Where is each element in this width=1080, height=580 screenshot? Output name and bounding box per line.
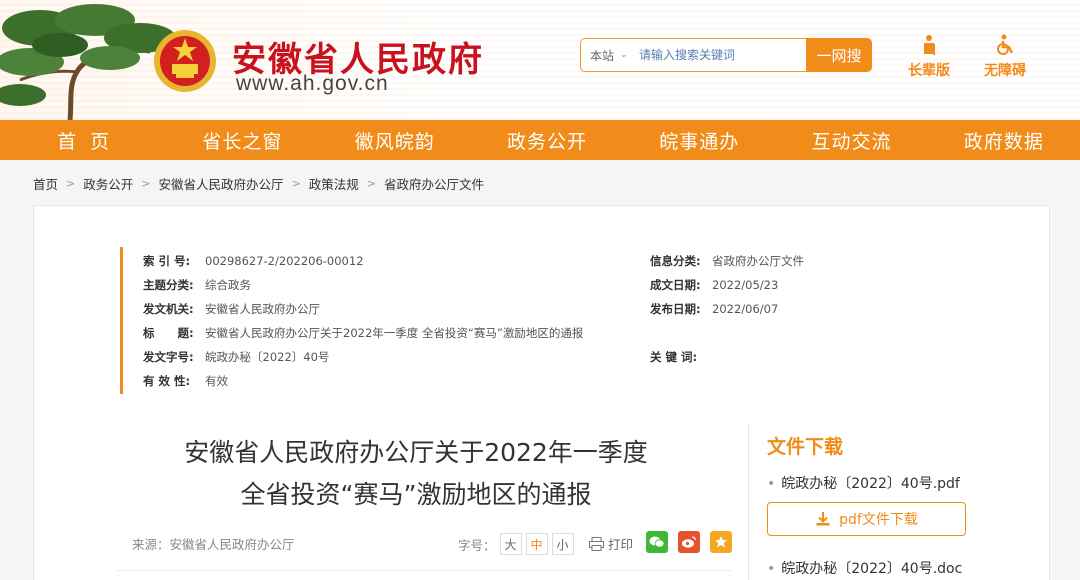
meta-row: 发文机关: 安徽省人民政府办公厅 xyxy=(143,300,320,318)
font-size-small-button[interactable]: 小 xyxy=(551,533,574,555)
meta-value: 00298627-2/202206-00012 xyxy=(205,254,364,268)
meta-row: 信息分类: 省政府办公厅文件 xyxy=(650,252,804,270)
meta-value: 安徽省人民政府办公厅关于2022年一季度 全省投资“赛马”激励地区的通报 xyxy=(205,326,584,340)
elder-mode-label: 长辈版 xyxy=(908,63,950,79)
meta-row: 主题分类: 综合政务 xyxy=(143,276,251,294)
weibo-icon xyxy=(682,536,697,548)
breadcrumb-item[interactable]: 政策法规 xyxy=(309,174,359,193)
meta-row: 发文字号: 皖政办秘〔2022〕40号 xyxy=(143,348,329,366)
divider xyxy=(748,424,749,580)
meta-key: 发文机关: xyxy=(143,302,194,316)
nav-item-culture[interactable]: 徽风皖韵 xyxy=(319,120,471,160)
content-panel: 索 引 号: 00298627-2/202206-00012 主题分类: 综合政务 … xyxy=(33,205,1050,580)
search-scope-select[interactable]: 本站 ⌄ xyxy=(581,47,639,64)
pdf-download-button[interactable]: pdf文件下载 xyxy=(767,502,966,536)
nav-item-interaction[interactable]: 互动交流 xyxy=(775,120,927,160)
bullet-icon: • xyxy=(767,476,776,492)
meta-row: 标 题: 安徽省人民政府办公厅关于2022年一季度 全省投资“赛马”激励地区的通报 xyxy=(143,324,583,342)
national-emblem-icon xyxy=(154,30,216,92)
accessibility-label: 无障碍 xyxy=(984,63,1026,79)
meta-key: 信息分类: xyxy=(650,254,701,268)
meta-row: 关 键 词: xyxy=(650,348,712,366)
document-meta: 索 引 号: 00298627-2/202206-00012 主题分类: 综合政务 … xyxy=(120,247,900,394)
chevron-down-icon: ⌄ xyxy=(620,50,628,60)
meta-row: 成文日期: 2022/05/23 xyxy=(650,276,778,294)
bullet-icon: • xyxy=(767,561,776,577)
breadcrumb-item[interactable]: 政务公开 xyxy=(83,174,133,193)
chevron-right-icon: > xyxy=(366,177,376,190)
elder-icon xyxy=(924,35,935,55)
print-label: 打印 xyxy=(608,537,634,552)
article-source: 来源：安徽省人民政府办公厅 xyxy=(132,537,295,552)
search-box: 本站 ⌄ xyxy=(580,38,806,72)
site-url: www.ah.gov.cn xyxy=(236,72,389,95)
font-size-medium-button[interactable]: 中 xyxy=(525,533,548,555)
nav-item-governor[interactable]: 省长之窗 xyxy=(166,120,318,160)
meta-row: 索 引 号: 00298627-2/202206-00012 xyxy=(143,252,364,270)
font-size-control: 字号： 大 中 小 xyxy=(458,533,574,555)
font-size-label: 字号： xyxy=(458,537,496,553)
search-scope-label: 本站 xyxy=(590,48,615,63)
nav-item-gov-affairs[interactable]: 政务公开 xyxy=(471,120,623,160)
chevron-right-icon: > xyxy=(66,177,76,190)
star-icon xyxy=(715,536,727,548)
printer-icon xyxy=(589,536,604,551)
breadcrumb: 首页 > 政务公开 > 安徽省人民政府办公厅 > 政策法规 > 省政府办公厅文件 xyxy=(33,174,484,193)
font-size-large-button[interactable]: 大 xyxy=(499,533,522,555)
divider xyxy=(116,570,732,571)
share-wechat-button[interactable] xyxy=(646,531,668,553)
search-input[interactable] xyxy=(639,48,789,62)
print-button[interactable]: 打印 xyxy=(589,534,633,553)
meta-value: 2022/06/07 xyxy=(712,302,779,316)
article-title-line: 安徽省人民政府办公厅关于2022年一季度 xyxy=(184,438,648,467)
meta-row: 发布日期: 2022/06/07 xyxy=(650,300,778,318)
favorite-button[interactable] xyxy=(710,531,732,553)
meta-key: 标 题: xyxy=(143,326,194,340)
meta-row: 有 效 性: 有效 xyxy=(143,372,228,390)
download-file-link[interactable]: • 皖政办秘〔2022〕40号.pdf xyxy=(767,473,960,493)
nav-item-home[interactable]: 首页 xyxy=(0,120,166,160)
download-file-name: 皖政办秘〔2022〕40号.pdf xyxy=(781,476,960,492)
wheelchair-icon xyxy=(997,34,1014,55)
meta-value: 有效 xyxy=(205,374,228,388)
nav-item-services[interactable]: 皖事通办 xyxy=(623,120,775,160)
nav-item-data[interactable]: 政府数据 xyxy=(928,120,1080,160)
download-file-link[interactable]: • 皖政办秘〔2022〕40号.doc xyxy=(767,558,962,578)
accessibility-link[interactable]: 无障碍 xyxy=(984,34,1026,80)
meta-key: 有 效 性: xyxy=(143,374,191,388)
meta-key: 发文字号: xyxy=(143,350,194,364)
meta-key: 主题分类: xyxy=(143,278,194,292)
chevron-right-icon: > xyxy=(141,177,151,190)
share-weibo-button[interactable] xyxy=(678,531,700,553)
meta-value: 综合政务 xyxy=(205,278,251,292)
elder-mode-link[interactable]: 长辈版 xyxy=(908,34,950,80)
meta-value: 省政府办公厅文件 xyxy=(712,254,804,268)
meta-value: 2022/05/23 xyxy=(712,278,779,292)
download-icon xyxy=(816,512,830,526)
meta-key: 发布日期: xyxy=(650,302,701,316)
site-header: 安徽省人民政府 www.ah.gov.cn 本站 ⌄ 一网搜 长辈版 无障碍 xyxy=(0,0,1080,120)
wechat-icon xyxy=(649,536,665,548)
download-file-name: 皖政办秘〔2022〕40号.doc xyxy=(781,561,963,577)
main-nav: 首页 省长之窗 徽风皖韵 政务公开 皖事通办 互动交流 政府数据 xyxy=(0,120,1080,160)
meta-key: 索 引 号: xyxy=(143,254,191,268)
meta-key: 成文日期: xyxy=(650,278,701,292)
article-title-line: 全省投资“赛马”激励地区的通报 xyxy=(240,480,592,509)
search-button[interactable]: 一网搜 xyxy=(806,38,872,72)
meta-key: 关 键 词: xyxy=(650,350,698,364)
breadcrumb-item[interactable]: 首页 xyxy=(33,174,58,193)
chevron-right-icon: > xyxy=(291,177,301,190)
breadcrumb-item[interactable]: 安徽省人民政府办公厅 xyxy=(158,174,283,193)
breadcrumb-item[interactable]: 省政府办公厅文件 xyxy=(384,174,484,193)
pdf-download-label: pdf文件下载 xyxy=(839,512,918,528)
article-title: 安徽省人民政府办公厅关于2022年一季度 全省投资“赛马”激励地区的通报 xyxy=(146,432,686,516)
meta-value: 皖政办秘〔2022〕40号 xyxy=(205,350,330,364)
meta-value: 安徽省人民政府办公厅 xyxy=(205,302,320,316)
download-section-title: 文件下载 xyxy=(767,436,844,458)
